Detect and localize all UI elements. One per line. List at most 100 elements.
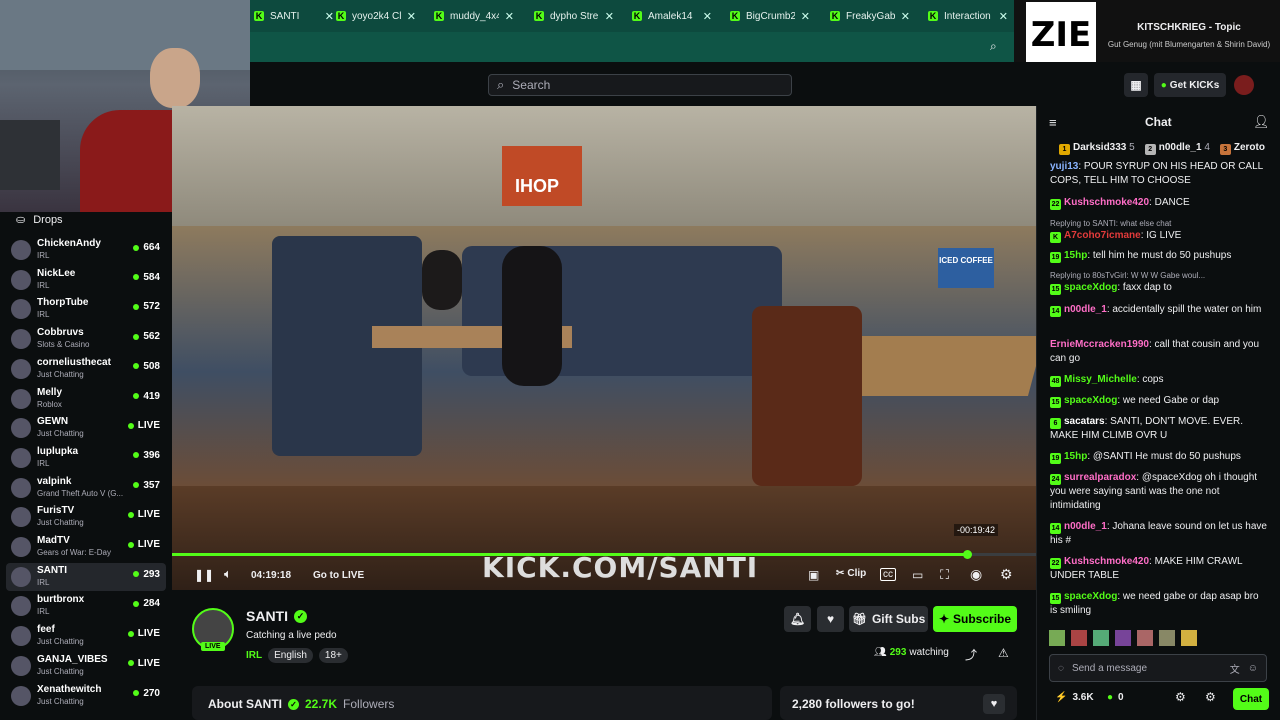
- browser-tab[interactable]: K Amalek14 ✕: [626, 0, 718, 32]
- settings-icon[interactable]: ⚙: [1175, 690, 1186, 704]
- chat-username[interactable]: 15hp: [1064, 250, 1087, 261]
- go-to-live-button[interactable]: Go to LIVE: [313, 570, 364, 581]
- captions-icon[interactable]: cc: [880, 568, 896, 581]
- emote-icon[interactable]: [1181, 630, 1197, 646]
- browser-tab[interactable]: K SANTI ✕: [248, 0, 340, 32]
- fullscreen-icon[interactable]: ⛶: [940, 567, 949, 583]
- emote-icon[interactable]: [1137, 630, 1153, 646]
- goal-heart-icon[interactable]: ♥: [983, 694, 1005, 714]
- close-tab-icon[interactable]: ✕: [801, 10, 810, 23]
- chat-username[interactable]: spaceXdog: [1064, 395, 1117, 406]
- browser-tab[interactable]: Kmuddy_4x4 ✕: [428, 0, 520, 32]
- get-kicks-button[interactable]: ● Get KICKs: [1154, 73, 1226, 97]
- kicks-icon: ●: [1160, 79, 1167, 91]
- sidebar-channel-thorptube[interactable]: ThorpTube IRL 572: [6, 295, 166, 323]
- send-chat-button[interactable]: Chat: [1233, 688, 1269, 710]
- settings-gear-icon[interactable]: ⚙: [1000, 566, 1013, 583]
- chair: [752, 306, 862, 486]
- kicks-balance[interactable]: ⚡ 3.6K: [1055, 692, 1094, 703]
- chat-input[interactable]: ◌ Send a message 文 ☺: [1049, 654, 1267, 682]
- clip-button[interactable]: ✂ Clip: [836, 568, 866, 579]
- sidebar-channel-ganja_vibes[interactable]: GANJA_VIBES Just Chatting LIVE: [6, 652, 166, 680]
- search-input[interactable]: ⌕ Search: [488, 74, 792, 96]
- progress-handle[interactable]: [962, 550, 972, 559]
- share-icon[interactable]: ⤴: [965, 646, 977, 663]
- gift-subs-button[interactable]: 🎁︎ Gift Subs: [849, 606, 928, 632]
- sidebar-channel-burtbronx[interactable]: burtbronx IRL 284: [6, 592, 166, 620]
- video-player[interactable]: IHOP ICED COFFEE KICK.COM/SANTI -00:19:4…: [172, 106, 1036, 590]
- chat-username[interactable]: surrealparadox: [1064, 472, 1136, 483]
- close-tab-icon[interactable]: ✕: [703, 10, 712, 23]
- sidebar-channel-santi[interactable]: SANTI IRL 293: [6, 562, 166, 591]
- miniplayer-icon[interactable]: ▭: [912, 568, 923, 582]
- pause-icon[interactable]: ❚❚: [194, 568, 214, 582]
- sidebar-channel-cobbruvs[interactable]: Cobbruvs Slots & Casino 562: [6, 325, 166, 353]
- tag-mature[interactable]: 18+: [318, 648, 348, 663]
- quality-icon[interactable]: ◉: [970, 566, 982, 583]
- category-link[interactable]: IRL: [246, 650, 262, 661]
- sidebar-channel-valpink[interactable]: valpink Grand Theft Auto V (G... 357: [6, 474, 166, 502]
- notification-bell-icon[interactable]: 🔔︎: [784, 606, 811, 632]
- music-overlay: ZIE KITSCHKRIEG - Topic Gut Genug (mit B…: [1014, 0, 1280, 70]
- subscribe-button[interactable]: ✦ Subscribe: [933, 606, 1017, 632]
- sidebar-channel-xenathewitch[interactable]: Xenathewitch Just Chatting 270: [6, 682, 166, 710]
- close-tab-icon[interactable]: ✕: [901, 10, 910, 23]
- chat-username[interactable]: A7coho7icmane: [1064, 230, 1141, 241]
- browser-tab[interactable]: K BigCrumb2 ✕: [724, 0, 816, 32]
- users-icon[interactable]: 👤︎: [1253, 114, 1270, 130]
- chat-username[interactable]: Kushschmoke420: [1064, 197, 1149, 208]
- theater-icon[interactable]: ▣: [808, 568, 819, 582]
- sidebar-channel-feef[interactable]: feef Just Chatting LIVE: [6, 622, 166, 650]
- star-icon: ✦: [938, 612, 950, 626]
- sidebar-channel-nicklee[interactable]: NickLee IRL 584: [6, 266, 166, 294]
- sidebar-channel-melly[interactable]: Melly Roblox 419: [6, 385, 166, 413]
- sidebar-channel-gewn[interactable]: GEWN Just Chatting LIVE: [6, 414, 166, 442]
- chat-username[interactable]: n00dle_1: [1064, 304, 1107, 315]
- points-balance[interactable]: ● 0: [1107, 692, 1124, 703]
- dashboard-icon[interactable]: ▦: [1124, 73, 1148, 97]
- browser-tab[interactable]: Kdypho Stre ✕: [528, 0, 620, 32]
- emote-icon[interactable]: [1115, 630, 1131, 646]
- browser-tab[interactable]: K Interaction ✕: [922, 0, 1014, 32]
- leaderboard-entry[interactable]: 1 Darksid333 5: [1059, 142, 1135, 158]
- channel-name[interactable]: SANTI: [246, 608, 288, 624]
- emote-icon[interactable]: [1093, 630, 1109, 646]
- sidebar-channel-madtv[interactable]: MadTV Gears of War: E-Day LIVE: [6, 533, 166, 561]
- sidebar-channel-furistv[interactable]: FurisTV Just Chatting LIVE: [6, 503, 166, 531]
- chat-username[interactable]: Missy_Michelle: [1064, 374, 1137, 385]
- chat-username[interactable]: yuji13: [1050, 161, 1078, 172]
- emoji-icon[interactable]: ☺: [1248, 663, 1258, 674]
- emote-icon[interactable]: [1049, 630, 1065, 646]
- sidebar-channel-chickenandy[interactable]: ChickenAndy IRL 664: [6, 236, 166, 264]
- browser-tab[interactable]: Kyoyo2k4 Cl ✕: [330, 0, 422, 32]
- user-avatar[interactable]: [1234, 75, 1254, 95]
- volume-icon[interactable]: 🔈︎: [224, 566, 232, 582]
- close-tab-icon[interactable]: ✕: [999, 10, 1008, 23]
- leaderboard-entry[interactable]: 3 Zeroto: [1219, 142, 1265, 158]
- emote-icon[interactable]: [1159, 630, 1175, 646]
- search-icon[interactable]: ⌕: [990, 39, 997, 54]
- leaderboard-entry[interactable]: 2 n00dle_1 4: [1144, 142, 1210, 158]
- chat-username[interactable]: spaceXdog: [1064, 282, 1117, 293]
- report-icon[interactable]: ⚠: [998, 646, 1009, 660]
- browser-tab[interactable]: KFreakyGabe✕: [824, 0, 916, 32]
- sidebar-channel-luplupka[interactable]: luplupka IRL 396: [6, 444, 166, 472]
- chat-username[interactable]: 15hp: [1064, 451, 1087, 462]
- chat-username[interactable]: sacatars: [1064, 416, 1105, 427]
- close-tab-icon[interactable]: ✕: [605, 10, 614, 23]
- chat-username[interactable]: spaceXdog: [1064, 591, 1117, 602]
- face: [150, 48, 200, 108]
- chat-username[interactable]: n00dle_1: [1064, 521, 1107, 532]
- drops-link[interactable]: ⛀ Drops: [16, 213, 63, 227]
- chat-username[interactable]: ErnieMccracken1990: [1050, 339, 1149, 350]
- chat-username[interactable]: Kushschmoke420: [1064, 556, 1149, 567]
- sidebar-channel-corneliusthecat[interactable]: corneliusthecat Just Chatting 508: [6, 355, 166, 383]
- collapse-chat-icon[interactable]: ≡: [1049, 115, 1057, 130]
- emote-icon[interactable]: [1071, 630, 1087, 646]
- close-tab-icon[interactable]: ✕: [407, 10, 416, 23]
- tag-language[interactable]: English: [268, 648, 313, 663]
- follow-heart-icon[interactable]: ♥: [817, 606, 844, 632]
- chat-settings-icon[interactable]: ⚙: [1205, 690, 1216, 704]
- close-tab-icon[interactable]: ✕: [505, 10, 514, 23]
- translate-icon[interactable]: 文: [1230, 661, 1240, 676]
